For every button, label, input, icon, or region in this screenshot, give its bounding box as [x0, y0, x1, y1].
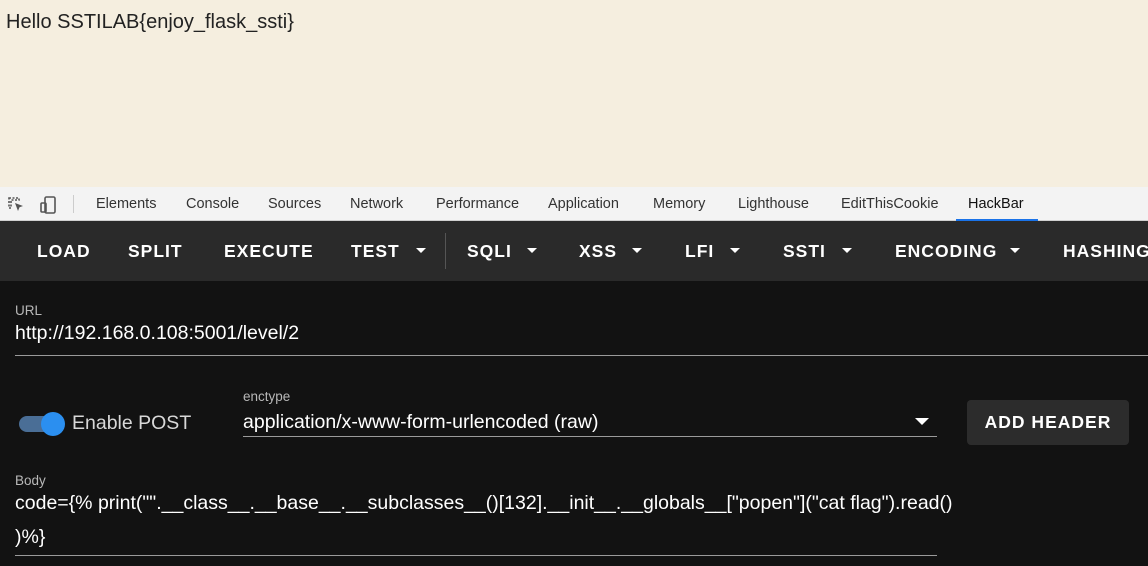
sqli-menu-button[interactable]: SQLI — [467, 221, 542, 281]
page-content: Hello SSTILAB{enjoy_flask_ssti} — [0, 0, 1148, 187]
encoding-menu-button[interactable]: ENCODING — [895, 221, 1022, 281]
tab-elements[interactable]: Elements — [96, 187, 156, 220]
load-button[interactable]: LOAD — [37, 221, 91, 281]
enctype-underline — [243, 436, 937, 437]
inspect-icon[interactable] — [6, 195, 26, 215]
enctype-select[interactable]: application/x-www-form-urlencoded (raw) — [243, 411, 598, 434]
chevron-down-icon — [527, 248, 537, 253]
toolbar-divider — [73, 195, 74, 213]
ssti-menu-button[interactable]: SSTI — [783, 221, 854, 281]
add-header-button[interactable]: ADD HEADER — [967, 400, 1129, 445]
xss-menu-button[interactable]: XSS — [579, 221, 644, 281]
body-underline — [15, 555, 937, 556]
tab-network[interactable]: Network — [350, 187, 403, 220]
hackbar-toolbar: LOAD SPLIT EXECUTE TEST SQLI XSS LFI SST… — [0, 221, 1148, 281]
enctype-label: enctype — [243, 389, 291, 404]
devtools-tabbar: Elements Console Sources Network Perform… — [0, 187, 1148, 221]
tab-sources[interactable]: Sources — [268, 187, 321, 220]
hashing-menu-button[interactable]: HASHING — [1063, 221, 1148, 281]
lfi-menu-button[interactable]: LFI — [685, 221, 742, 281]
tab-performance[interactable]: Performance — [436, 187, 519, 220]
execute-button[interactable]: EXECUTE — [224, 221, 314, 281]
url-underline — [15, 355, 1148, 356]
tab-application[interactable]: Application — [548, 187, 619, 220]
body-textarea-line-1[interactable]: code={% print("".__class__.__base__.__su… — [15, 492, 953, 515]
body-textarea-line-2[interactable]: )%} — [15, 526, 45, 549]
toggle-thumb[interactable] — [41, 412, 65, 436]
test-menu-button[interactable]: TEST — [351, 221, 429, 281]
url-label: URL — [15, 303, 43, 318]
body-label: Body — [15, 473, 46, 488]
chevron-down-icon — [416, 248, 426, 253]
chevron-down-icon — [632, 248, 642, 253]
url-input[interactable]: http://192.168.0.108:5001/level/2 — [15, 322, 299, 345]
tab-console[interactable]: Console — [186, 187, 239, 220]
chevron-down-icon — [842, 248, 852, 253]
toolbar-separator — [445, 233, 446, 269]
enable-post-label: Enable POST — [72, 412, 192, 434]
device-toolbar-icon[interactable] — [39, 195, 59, 215]
tab-lighthouse[interactable]: Lighthouse — [738, 187, 809, 220]
tab-editthiscookie[interactable]: EditThisCookie — [841, 187, 939, 220]
chevron-down-icon — [1010, 248, 1020, 253]
tab-hackbar[interactable]: HackBar — [956, 187, 1038, 221]
tab-memory[interactable]: Memory — [653, 187, 705, 220]
split-button[interactable]: SPLIT — [128, 221, 183, 281]
dropdown-arrow-icon[interactable] — [915, 418, 929, 425]
page-text: Hello SSTILAB{enjoy_flask_ssti} — [6, 11, 294, 33]
hackbar-panel: URL http://192.168.0.108:5001/level/2 En… — [0, 281, 1148, 566]
chevron-down-icon — [730, 248, 740, 253]
